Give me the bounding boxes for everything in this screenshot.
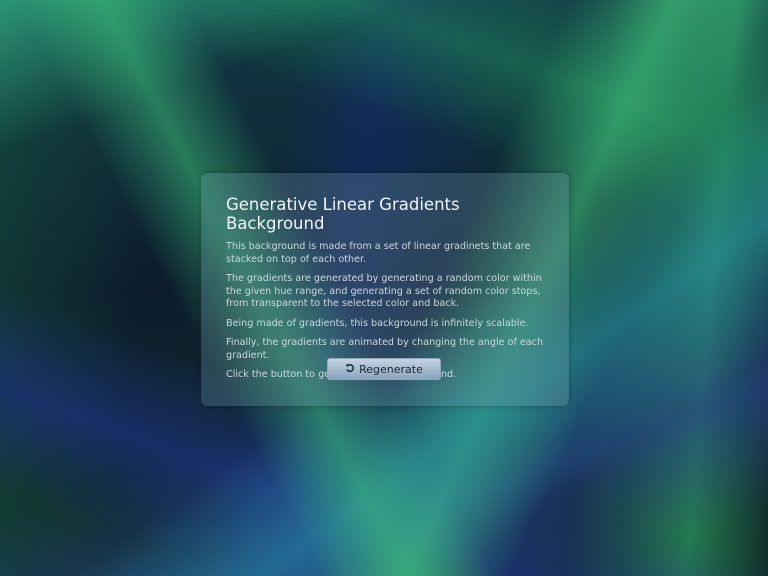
regenerate-label: Regenerate bbox=[359, 362, 423, 376]
info-card: Generative Linear Gradients Background T… bbox=[201, 173, 569, 406]
card-paragraph: Being made of gradients, this background… bbox=[226, 317, 529, 329]
regenerate-button[interactable]: Regenerate bbox=[327, 358, 441, 380]
refresh-icon bbox=[345, 363, 355, 376]
card-paragraph: This background is made from a set of li… bbox=[226, 241, 531, 265]
card-title: Generative Linear Gradients Background bbox=[226, 195, 460, 233]
card-paragraph: The gradients are generated by generatin… bbox=[226, 273, 542, 309]
